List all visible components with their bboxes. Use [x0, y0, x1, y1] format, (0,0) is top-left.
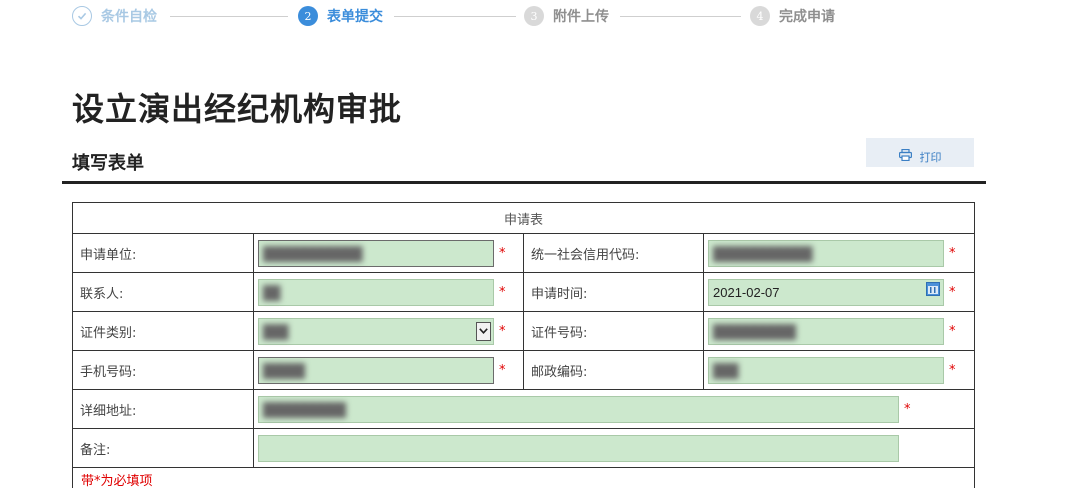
required-mark: *	[499, 362, 506, 378]
application-table: 申请表 申请单位: ████████████ * 统一社会信用代码: █████…	[71, 202, 976, 489]
table-row: 带*为必填项	[71, 467, 976, 489]
phone-label: 手机号码:	[72, 350, 254, 390]
step-complete: 4 完成申请	[750, 3, 835, 29]
apply-time-value: 2021-02-07	[713, 284, 780, 300]
step-form-submit: 2 表单提交	[298, 3, 383, 29]
print-label: 打印	[919, 151, 942, 164]
postal-code-value: ███	[713, 362, 739, 378]
application-form: 申请表 申请单位: ████████████ * 统一社会信用代码: █████…	[71, 202, 976, 489]
contact-input[interactable]: ██	[258, 278, 494, 306]
step-connector	[620, 16, 741, 17]
required-mark: *	[499, 323, 506, 339]
contact-value: ██	[263, 284, 280, 300]
postal-code-input[interactable]: ███	[708, 356, 944, 384]
credit-code-label: 统一社会信用代码:	[523, 233, 704, 273]
step-label: 附件上传	[553, 9, 609, 25]
phone-value: █████	[263, 362, 305, 378]
credit-code-input[interactable]: ████████████	[708, 239, 944, 267]
address-label: 详细地址:	[72, 389, 254, 429]
required-mark: *	[949, 362, 956, 378]
table-row: 手机号码: █████ * 邮政编码: ███ *	[72, 350, 976, 390]
required-mark: *	[904, 401, 911, 417]
chevron-down-icon[interactable]	[476, 321, 491, 341]
address-value: ██████████	[263, 401, 346, 417]
step-number: 2	[298, 6, 318, 26]
required-footnote: 带*为必填项	[81, 473, 153, 489]
id-type-label: 证件类别:	[72, 311, 254, 351]
table-row: 联系人: ██ * 申请时间: 2021-02-07 *	[72, 272, 976, 312]
id-type-value: ███	[263, 323, 289, 339]
applicant-unit-label: 申请单位:	[72, 233, 254, 273]
credit-code-value: ████████████	[713, 245, 813, 261]
section-divider	[62, 181, 986, 184]
print-button[interactable]: 打印	[866, 138, 974, 167]
remark-input[interactable]	[258, 434, 899, 462]
postal-code-label: 邮政编码:	[523, 350, 704, 390]
address-input[interactable]: ██████████	[258, 395, 899, 423]
step-connector	[170, 16, 288, 17]
id-number-value: ██████████	[713, 323, 796, 339]
step-label: 条件自检	[101, 9, 157, 25]
required-mark: *	[499, 284, 506, 300]
section-title: 填写表单	[72, 153, 144, 174]
applicant-unit-value: ████████████	[263, 245, 363, 261]
remark-label: 备注:	[72, 428, 254, 468]
table-row: 证件类别: ███ * 证件号码: ██████████ *	[72, 311, 976, 351]
step-label: 完成申请	[779, 9, 835, 25]
check-icon	[72, 6, 92, 26]
step-connector	[394, 16, 516, 17]
step-number: 3	[524, 6, 544, 26]
phone-input[interactable]: █████	[258, 356, 494, 384]
id-type-select[interactable]: ███	[258, 317, 494, 345]
step-number: 4	[750, 6, 770, 26]
apply-time-label: 申请时间:	[523, 272, 704, 312]
form-caption: 申请表	[71, 202, 976, 234]
step-condition-check: 条件自检	[72, 3, 157, 29]
table-row: 备注:	[72, 428, 976, 468]
applicant-unit-input[interactable]: ████████████	[258, 239, 494, 267]
required-mark: *	[949, 323, 956, 339]
page-title: 设立演出经纪机构审批	[72, 90, 403, 128]
id-number-label: 证件号码:	[523, 311, 704, 351]
required-mark: *	[949, 284, 956, 300]
table-row: 详细地址: ██████████ *	[72, 389, 976, 429]
required-mark: *	[949, 245, 956, 261]
required-mark: *	[499, 245, 506, 261]
table-row: 申请单位: ████████████ * 统一社会信用代码: █████████…	[72, 233, 976, 273]
calendar-icon[interactable]	[926, 281, 940, 296]
step-label: 表单提交	[327, 9, 383, 25]
progress-stepper: 条件自检 2 表单提交 3 附件上传 4 完成申请	[72, 3, 892, 29]
apply-time-input[interactable]: 2021-02-07	[708, 278, 944, 306]
step-attachment-upload: 3 附件上传	[524, 3, 609, 29]
id-number-input[interactable]: ██████████	[708, 317, 944, 345]
printer-icon	[898, 148, 912, 164]
contact-label: 联系人:	[72, 272, 254, 312]
